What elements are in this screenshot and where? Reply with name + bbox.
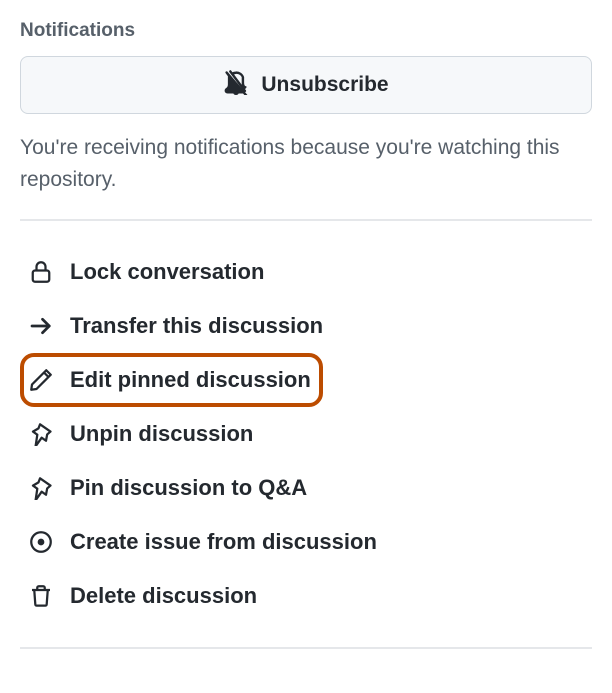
action-label: Create issue from discussion bbox=[70, 529, 377, 555]
divider bbox=[20, 647, 592, 649]
trash-icon bbox=[28, 583, 54, 609]
action-label: Transfer this discussion bbox=[70, 313, 323, 339]
unpin-discussion-action[interactable]: Unpin discussion bbox=[20, 407, 592, 461]
pencil-icon bbox=[28, 367, 54, 393]
create-issue-action[interactable]: Create issue from discussion bbox=[20, 515, 592, 569]
action-label: Unpin discussion bbox=[70, 421, 253, 447]
issue-opened-icon bbox=[28, 529, 54, 555]
bell-slash-icon bbox=[223, 69, 249, 101]
pin-icon bbox=[28, 475, 54, 501]
edit-pinned-discussion-action[interactable]: Edit pinned discussion bbox=[20, 353, 323, 407]
unsubscribe-label: Unsubscribe bbox=[261, 73, 388, 97]
transfer-discussion-action[interactable]: Transfer this discussion bbox=[20, 299, 592, 353]
action-label: Lock conversation bbox=[70, 259, 264, 285]
notifications-title: Notifications bbox=[20, 20, 592, 42]
action-label: Delete discussion bbox=[70, 583, 257, 609]
unsubscribe-button[interactable]: Unsubscribe bbox=[20, 56, 592, 114]
notifications-section: Notifications Unsubscribe You're receivi… bbox=[20, 20, 592, 195]
lock-icon bbox=[28, 259, 54, 285]
pin-to-qa-action[interactable]: Pin discussion to Q&A bbox=[20, 461, 592, 515]
arrow-right-icon bbox=[28, 313, 54, 339]
divider bbox=[20, 219, 592, 221]
action-label: Edit pinned discussion bbox=[70, 367, 311, 393]
pin-icon bbox=[28, 421, 54, 447]
lock-conversation-action[interactable]: Lock conversation bbox=[20, 245, 592, 299]
action-label: Pin discussion to Q&A bbox=[70, 475, 307, 501]
discussion-actions: Lock conversation Transfer this discussi… bbox=[20, 245, 592, 623]
delete-discussion-action[interactable]: Delete discussion bbox=[20, 569, 592, 623]
notifications-description: You're receiving notifications because y… bbox=[20, 132, 592, 195]
